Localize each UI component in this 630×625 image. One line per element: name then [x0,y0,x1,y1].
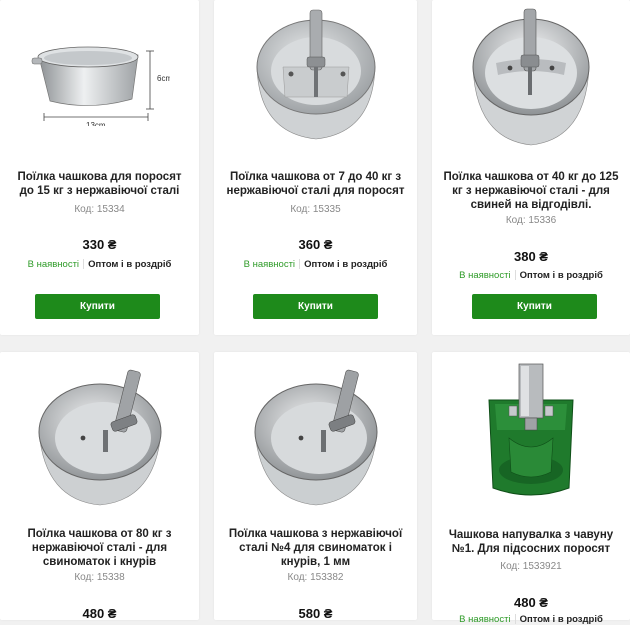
product-title[interactable]: Чашкова напувалка з чавуну №1. Для підсо… [442,528,620,556]
product-price: 580 ₴ [298,606,333,621]
availability-row: В наявності Оптом і в роздріб [432,270,630,281]
buy-button[interactable]: Купити [472,294,597,319]
product-price: 480 ₴ [514,595,548,610]
product-card[interactable]: 6cm 13cm Поїлка чашкова для поросят до 1… [0,0,199,335]
product-price: 360 ₴ [298,237,333,252]
divider [514,270,516,281]
product-code: Код: 15338 [74,572,125,583]
product-title[interactable]: Поїлка чашкова от 80 кг з нержавіючої ст… [10,527,189,569]
product-card[interactable]: Поїлка чашкова от 80 кг з нержавіючої ст… [0,352,199,621]
product-image[interactable]: 6cm 13cm [0,28,199,128]
product-image[interactable] [432,360,630,505]
product-card[interactable]: Поїлка чашкова от 7 до 40 кг з нержавіюч… [214,0,417,335]
product-price: 380 ₴ [514,249,548,264]
product-image[interactable] [214,360,417,510]
sale-type: Оптом і в роздріб [519,270,603,281]
product-price: 480 ₴ [82,606,117,621]
product-title[interactable]: Поїлка чашкова от 40 кг до 125 кг з нерж… [442,170,620,212]
product-code: Код: 1533921 [500,561,562,572]
dimension-height-label: 6cm [157,74,170,83]
product-code: Код: 153382 [287,572,344,583]
sale-type: Оптом і в роздріб [304,259,388,270]
divider [299,259,301,270]
product-title[interactable]: Поїлка чашкова от 7 до 40 кг з нержавіюч… [224,170,407,198]
availability-row: В наявності Оптом і в роздріб [0,259,199,270]
product-image[interactable] [0,360,199,510]
stock-status: В наявності [243,259,296,270]
product-card[interactable]: Поїлка чашкова з нержавіючої сталі №4 дл… [214,352,417,621]
stock-status: В наявності [459,270,511,281]
availability-row: В наявності Оптом і в роздріб [214,259,417,270]
divider [83,259,85,270]
dimension-width-label: 13cm [86,121,106,126]
product-code: Код: 15335 [290,204,341,215]
stock-status: В наявності [27,259,80,270]
product-code: Код: 15334 [74,204,125,215]
product-title[interactable]: Поїлка чашкова з нержавіючої сталі №4 дл… [224,527,407,569]
divider [514,614,516,625]
buy-button[interactable]: Купити [253,294,378,319]
buy-button[interactable]: Купити [35,294,160,319]
product-card[interactable]: Поїлка чашкова от 40 кг до 125 кг з нерж… [432,0,630,335]
product-card[interactable]: Чашкова напувалка з чавуну №1. Для підсо… [432,352,630,625]
product-code: Код: 15336 [505,215,557,226]
product-image[interactable] [432,5,630,150]
product-price: 330 ₴ [82,237,117,252]
product-title[interactable]: Поїлка чашкова для поросят до 15 кг з не… [10,170,189,198]
product-image[interactable] [214,5,417,145]
sale-type: Оптом і в роздріб [88,259,172,270]
